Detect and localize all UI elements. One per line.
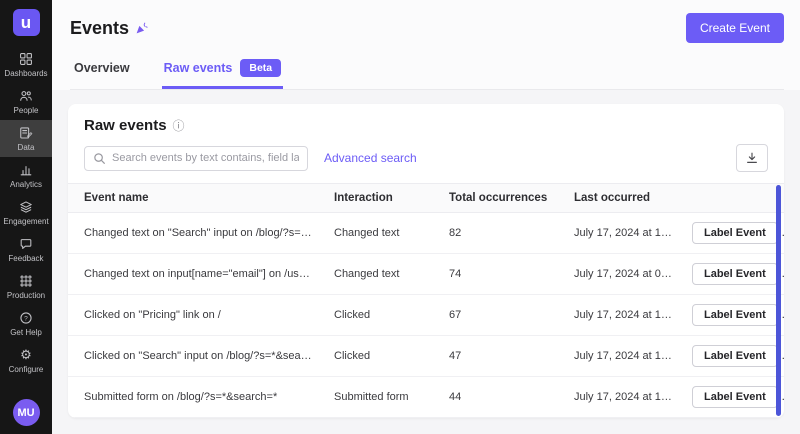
tab-overview-label: Overview — [74, 61, 130, 75]
userpilot-logo[interactable]: u — [13, 9, 40, 36]
table-row: Clicked on "Pricing" link on / Clicked 6… — [68, 295, 784, 336]
download-button[interactable] — [736, 144, 768, 172]
feedback-icon — [19, 237, 33, 251]
sidebar-item-data[interactable]: Data — [0, 120, 52, 157]
event-name-cell: Changed text on "Search" input on /blog/… — [68, 213, 324, 254]
column-header-interaction: Interaction — [324, 184, 439, 213]
page-title: Events — [70, 18, 129, 39]
tab-raw-events[interactable]: Raw events Beta — [162, 55, 284, 89]
main-area: Events Create Event Overview Raw events … — [52, 0, 800, 434]
content-area: Raw events ⓘ Advanced search — [52, 90, 800, 434]
event-name-cell: Clicked on "Search" input on /blog/?s=*&… — [68, 336, 324, 377]
raw-events-card: Raw events ⓘ Advanced search — [68, 104, 784, 418]
column-header-event-name: Event name — [68, 184, 324, 213]
sidebar-item-label: Configure — [9, 365, 44, 374]
search-box — [84, 146, 308, 171]
occurrences-cell: 47 — [439, 336, 564, 377]
interaction-cell: Submitted form — [324, 377, 439, 418]
interaction-cell: Clicked — [324, 295, 439, 336]
label-event-button[interactable]: Label Event — [692, 222, 778, 244]
topbar: Events Create Event Overview Raw events … — [52, 0, 800, 90]
sidebar-item-label: People — [14, 106, 39, 115]
table-row: Clicked on "Search" input on /blog/?s=*&… — [68, 336, 784, 377]
info-icon[interactable]: ⓘ — [173, 120, 185, 132]
sidebar-item-label: Production — [7, 291, 45, 300]
table-scrollbar[interactable] — [776, 185, 781, 416]
sidebar-item-label: Engagement — [3, 217, 48, 226]
last-occurred-cell: July 17, 2024 at 10... — [564, 336, 682, 377]
create-event-button[interactable]: Create Event — [686, 13, 784, 43]
events-table: Event name Interaction Total occurrences… — [68, 183, 784, 418]
label-event-button[interactable]: Label Event — [692, 263, 778, 285]
occurrences-cell: 67 — [439, 295, 564, 336]
advanced-search-link[interactable]: Advanced search — [324, 151, 417, 165]
event-name-cell: Clicked on "Pricing" link on / — [68, 295, 324, 336]
table-row: Changed text on input[name="email"] on /… — [68, 254, 784, 295]
sidebar: u Dashboards People Data — [0, 0, 52, 434]
interaction-cell: Clicked — [324, 336, 439, 377]
tab-overview[interactable]: Overview — [72, 55, 132, 89]
analytics-icon — [19, 163, 33, 177]
engagement-icon — [19, 200, 33, 214]
interaction-cell: Changed text — [324, 254, 439, 295]
sidebar-bottom: MU — [0, 392, 52, 426]
sidebar-item-production[interactable]: Production — [0, 268, 52, 305]
column-header-total-occurrences: Total occurrences — [439, 184, 564, 213]
sidebar-item-label: Analytics — [10, 180, 42, 189]
event-name-cell: Changed text on input[name="email"] on /… — [68, 254, 324, 295]
data-icon — [19, 126, 33, 140]
card-title: Raw events — [84, 117, 167, 134]
download-icon — [745, 151, 759, 165]
label-event-button[interactable]: Label Event — [692, 386, 778, 408]
label-event-button[interactable]: Label Event — [692, 304, 778, 326]
event-name-cell: Submitted form on /blog/?s=*&search=* — [68, 377, 324, 418]
last-occurred-cell: July 17, 2024 at 10... — [564, 377, 682, 418]
gear-icon: ⚙ — [19, 348, 33, 362]
last-occurred-cell: July 17, 2024 at 10... — [564, 213, 682, 254]
help-icon: ? — [19, 311, 33, 325]
sidebar-item-label: Get Help — [10, 328, 42, 337]
user-avatar[interactable]: MU — [13, 399, 40, 426]
occurrences-cell: 44 — [439, 377, 564, 418]
celebration-icon — [135, 22, 148, 35]
sidebar-item-label: Dashboards — [4, 69, 47, 78]
app-window: u Dashboards People Data — [0, 0, 800, 434]
sidebar-item-analytics[interactable]: Analytics — [0, 157, 52, 194]
column-header-last-occurred: Last occurred — [564, 184, 682, 213]
search-input[interactable] — [112, 152, 299, 164]
production-icon — [19, 274, 33, 288]
beta-badge: Beta — [240, 59, 281, 77]
last-occurred-cell: July 17, 2024 at 05... — [564, 254, 682, 295]
last-occurred-cell: July 17, 2024 at 10... — [564, 295, 682, 336]
column-header-actions — [682, 184, 784, 213]
sidebar-item-engagement[interactable]: Engagement — [0, 194, 52, 231]
sidebar-item-label: Feedback — [8, 254, 43, 263]
occurrences-cell: 74 — [439, 254, 564, 295]
sidebar-item-get-help[interactable]: ? Get Help — [0, 305, 52, 342]
tab-raw-events-label: Raw events — [164, 61, 233, 75]
sidebar-item-configure[interactable]: ⚙ Configure — [0, 342, 52, 379]
events-table-wrap: Event name Interaction Total occurrences… — [68, 183, 784, 418]
sidebar-item-people[interactable]: People — [0, 83, 52, 120]
table-header-row: Event name Interaction Total occurrences… — [68, 184, 784, 213]
search-row: Advanced search — [68, 144, 784, 172]
label-event-button[interactable]: Label Event — [692, 345, 778, 367]
sidebar-nav: Dashboards People Data Analytics — [0, 46, 52, 379]
tabs: Overview Raw events Beta — [70, 55, 784, 90]
sidebar-item-feedback[interactable]: Feedback — [0, 231, 52, 268]
people-icon — [19, 89, 33, 103]
sidebar-item-dashboards[interactable]: Dashboards — [0, 46, 52, 83]
interaction-cell: Changed text — [324, 213, 439, 254]
search-icon — [93, 152, 106, 165]
dashboards-icon — [19, 52, 33, 66]
table-row: Changed text on "Search" input on /blog/… — [68, 213, 784, 254]
sidebar-item-label: Data — [18, 143, 35, 152]
occurrences-cell: 82 — [439, 213, 564, 254]
table-row: Submitted form on /blog/?s=*&search=* Su… — [68, 377, 784, 418]
svg-text:?: ? — [24, 315, 28, 322]
